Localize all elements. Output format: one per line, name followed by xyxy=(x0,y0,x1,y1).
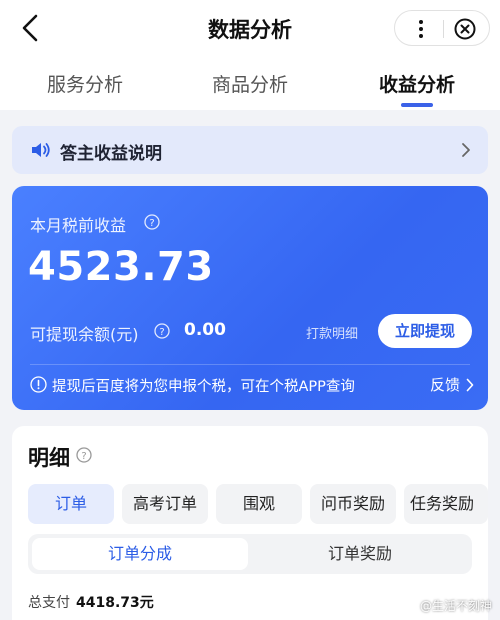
nav-bar: 数据分析 xyxy=(0,0,500,56)
tab-earnings-analysis[interactable]: 收益分析 xyxy=(337,70,497,97)
segment-order-reward[interactable]: 订单奖励 xyxy=(252,538,468,570)
analysis-tabs: 服务分析 商品分析 收益分析 xyxy=(0,56,500,110)
filter-chip-orders[interactable]: 订单 xyxy=(28,484,114,524)
feedback-label: 反馈 xyxy=(429,376,460,394)
watermark: @生活不刻神 xyxy=(419,599,492,613)
svg-text:?: ? xyxy=(81,451,86,462)
svg-text:?: ? xyxy=(159,327,164,338)
segment-order-share[interactable]: 订单分成 xyxy=(32,538,248,570)
chevron-right-icon xyxy=(466,378,474,392)
tab-product-analysis[interactable]: 商品分析 xyxy=(170,70,330,97)
filter-chip-onlookers[interactable]: 围观 xyxy=(216,484,302,524)
withdrawable-balance-value: 0.00 xyxy=(184,320,226,340)
help-icon[interactable]: ? xyxy=(76,447,92,463)
earnings-explanation-banner[interactable]: 答主收益说明 xyxy=(12,126,488,174)
total-payment-label: 总支付 xyxy=(28,595,70,611)
help-icon[interactable]: ? xyxy=(154,323,170,339)
details-section: 明细 ? 订单 高考订单 围观 问币奖励 任务奖励 订单分成 订单奖励 总支付 4… xyxy=(12,426,488,620)
banner-label: 答主收益说明 xyxy=(60,144,162,164)
more-icon[interactable] xyxy=(409,17,433,41)
segmented-control: 订单分成 订单奖励 xyxy=(28,534,472,574)
speaker-icon xyxy=(32,143,50,157)
svg-text:?: ? xyxy=(149,218,154,229)
capsule-divider xyxy=(443,20,444,38)
tab-service-analysis[interactable]: 服务分析 xyxy=(5,70,165,97)
section-title: 明细 xyxy=(28,446,70,470)
filter-chip-coin-rewards[interactable]: 问币奖励 xyxy=(310,484,396,524)
active-tab-indicator xyxy=(401,103,433,107)
tax-tip-text: 提现后百度将为您申报个税，可在个税APP查询 xyxy=(52,379,355,395)
monthly-pretax-earnings-label: 本月税前收益 xyxy=(30,216,127,235)
help-icon[interactable]: ? xyxy=(144,214,160,230)
total-payment-value: 4418.73元 xyxy=(76,595,154,611)
filter-chip-task-rewards[interactable]: 任务奖励 xyxy=(404,484,488,524)
withdrawable-balance-label: 可提现余额(元) xyxy=(30,325,139,344)
payment-details-link[interactable]: 打款明细 xyxy=(306,323,358,342)
total-payment: 总支付 4418.73元 xyxy=(28,592,154,612)
feedback-link[interactable]: 反馈 xyxy=(430,374,460,395)
mini-program-capsule xyxy=(394,10,490,46)
info-icon xyxy=(30,376,47,393)
earnings-amount: 4523.73 xyxy=(28,244,214,290)
withdraw-now-button[interactable]: 立即提现 xyxy=(378,314,472,348)
close-icon[interactable] xyxy=(453,17,477,41)
filter-chip-gaokao-orders[interactable]: 高考订单 xyxy=(122,484,208,524)
card-divider xyxy=(30,364,470,365)
chevron-right-icon xyxy=(462,143,470,157)
earnings-card: 本月税前收益 ? 4523.73 可提现余额(元) ? 0.00 打款明细 立即… xyxy=(12,186,488,410)
